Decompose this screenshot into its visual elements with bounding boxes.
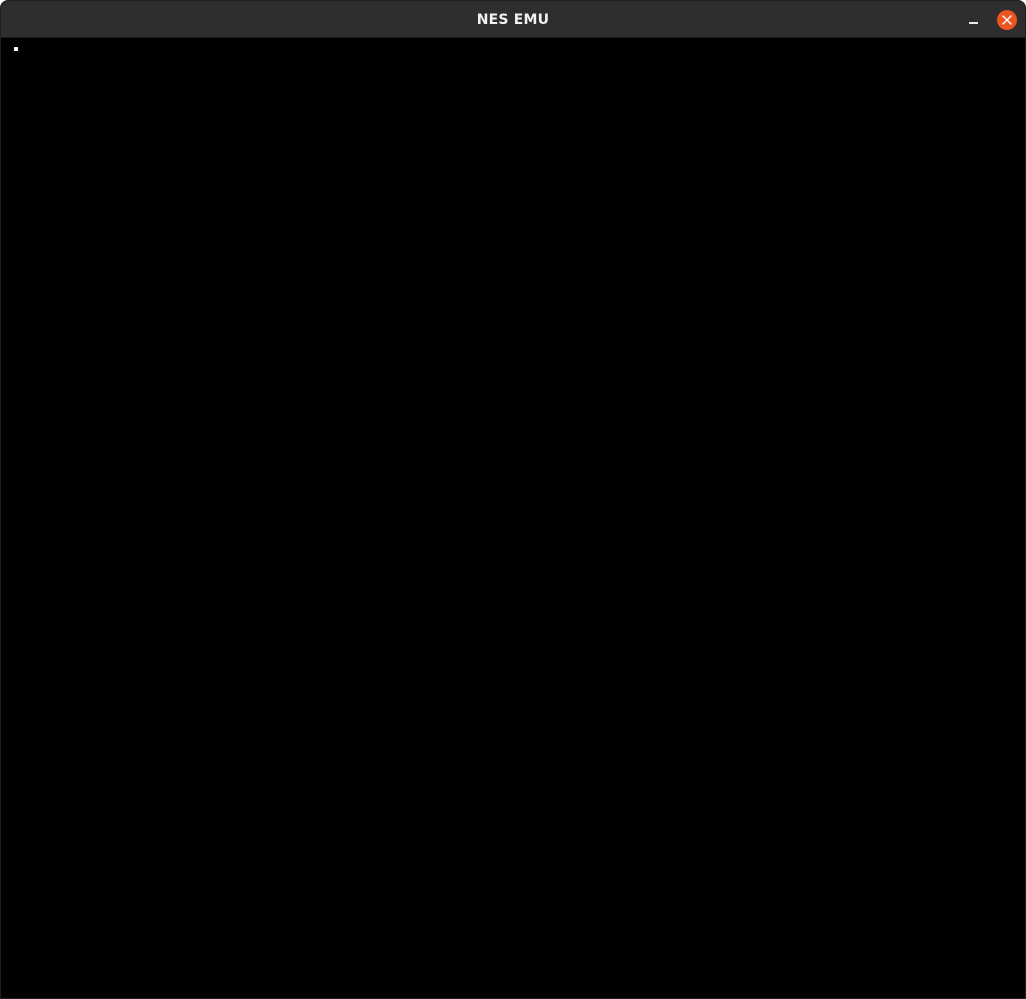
- emulator-window: NES EMU: [0, 0, 1026, 999]
- window-titlebar[interactable]: NES EMU: [1, 1, 1025, 38]
- screen-pixel: [14, 47, 18, 51]
- minimize-icon: [969, 22, 978, 24]
- close-button[interactable]: [997, 10, 1017, 30]
- window-title: NES EMU: [476, 12, 550, 28]
- minimize-button[interactable]: [962, 9, 984, 31]
- emulator-screen[interactable]: [1, 38, 1025, 998]
- close-icon: [1002, 15, 1012, 25]
